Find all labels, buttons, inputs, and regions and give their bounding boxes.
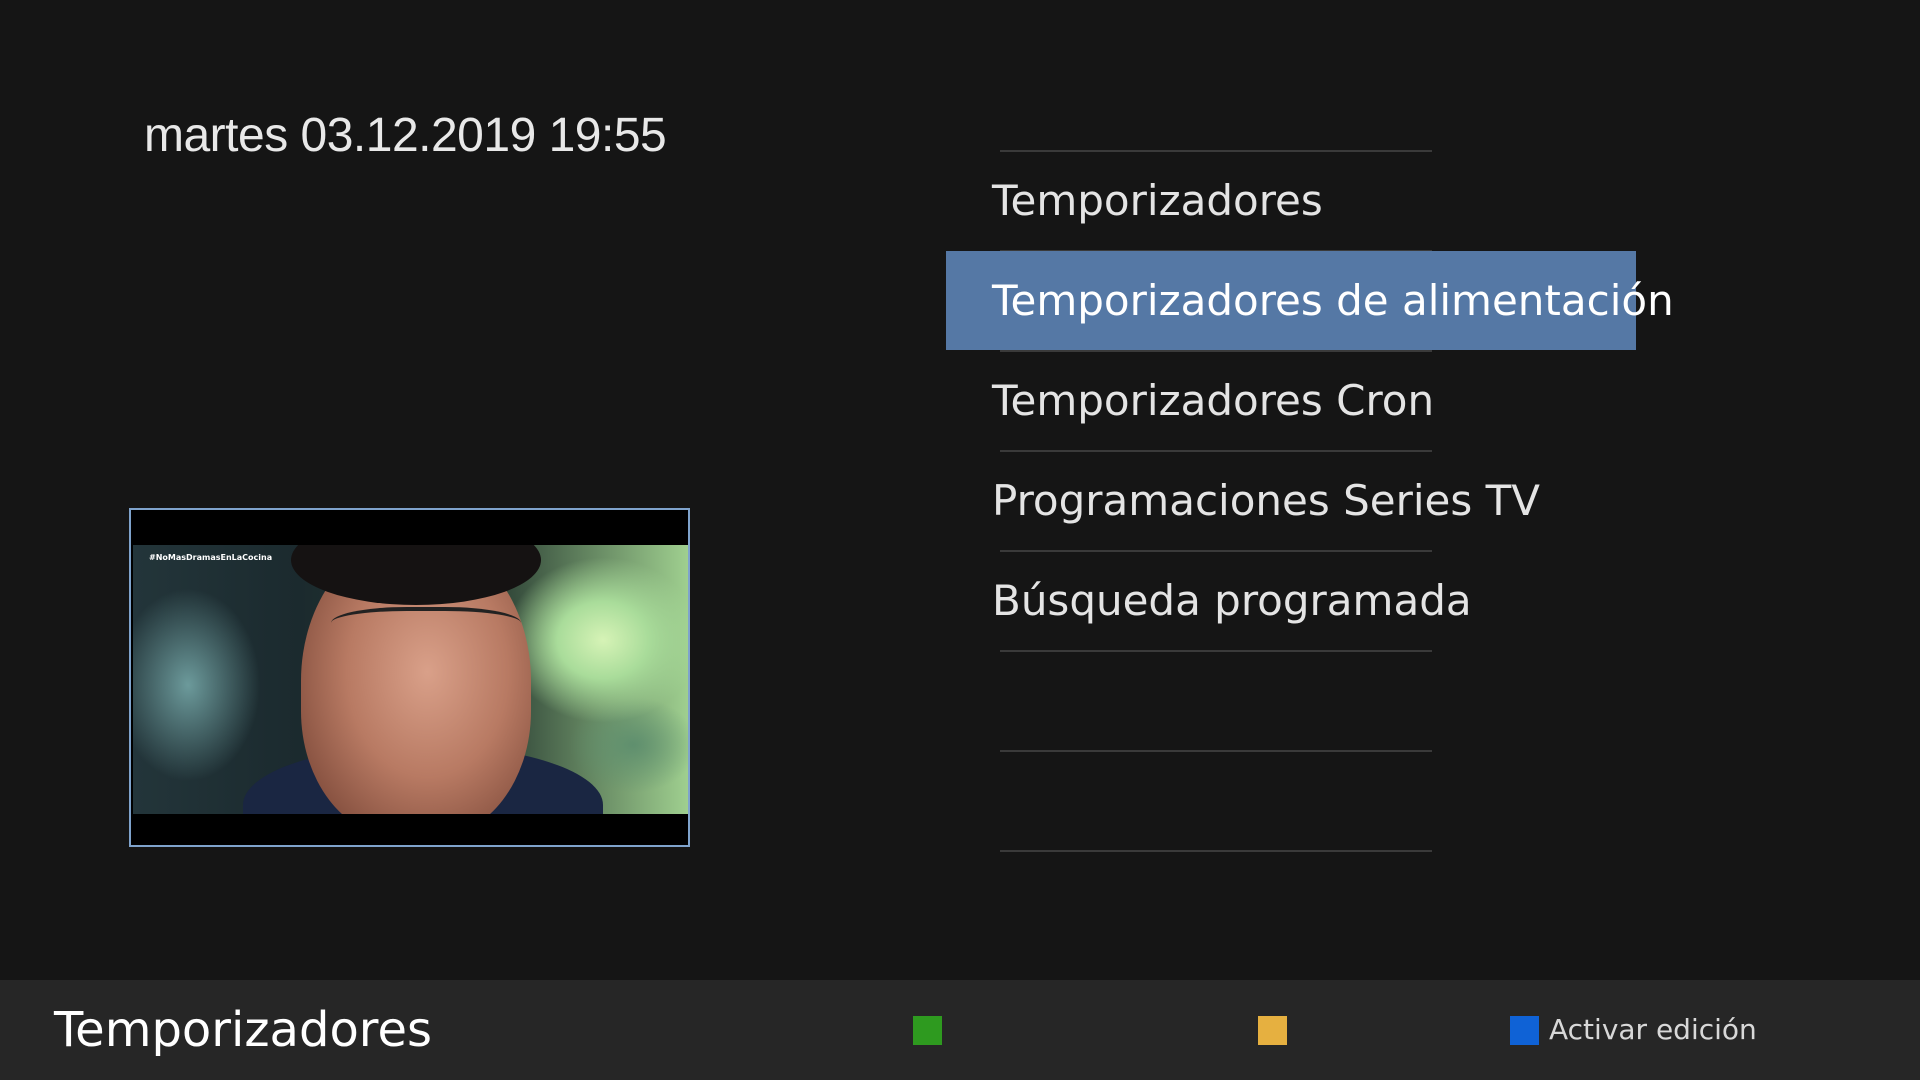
blue-key-icon[interactable] bbox=[1510, 1016, 1539, 1045]
timers-menu-screen: martes 03.12.2019 19:55 #NoMasDramasEnLa… bbox=[0, 0, 1920, 1080]
menu-separator bbox=[1000, 650, 1432, 652]
menu-separator bbox=[1000, 750, 1432, 752]
green-key-icon[interactable] bbox=[913, 1016, 942, 1045]
screen-title: Temporizadores bbox=[54, 1002, 433, 1058]
menu-item-programaciones-series-tv[interactable]: Programaciones Series TV bbox=[946, 451, 1636, 550]
preview-hashtag: #NoMasDramasEnLaCocina bbox=[149, 553, 273, 562]
bottom-bar: Temporizadores Activar edición bbox=[0, 980, 1920, 1080]
live-tv-preview: #NoMasDramasEnLaCocina bbox=[129, 508, 690, 847]
preview-video-frame: #NoMasDramasEnLaCocina bbox=[133, 545, 688, 814]
preview-person-glasses bbox=[331, 607, 521, 647]
date-time-display: martes 03.12.2019 19:55 bbox=[144, 109, 667, 162]
menu-separator bbox=[1000, 850, 1432, 852]
menu-item-busqueda-programada[interactable]: Búsqueda programada bbox=[946, 551, 1636, 650]
menu-item-temporizadores[interactable]: Temporizadores bbox=[946, 151, 1636, 250]
menu-item-temporizadores-alimentacion[interactable]: Temporizadores de alimentación bbox=[946, 251, 1674, 350]
blue-key-label[interactable]: Activar edición bbox=[1549, 1006, 1757, 1054]
yellow-key-icon[interactable] bbox=[1258, 1016, 1287, 1045]
menu-item-temporizadores-cron[interactable]: Temporizadores Cron bbox=[946, 351, 1636, 450]
